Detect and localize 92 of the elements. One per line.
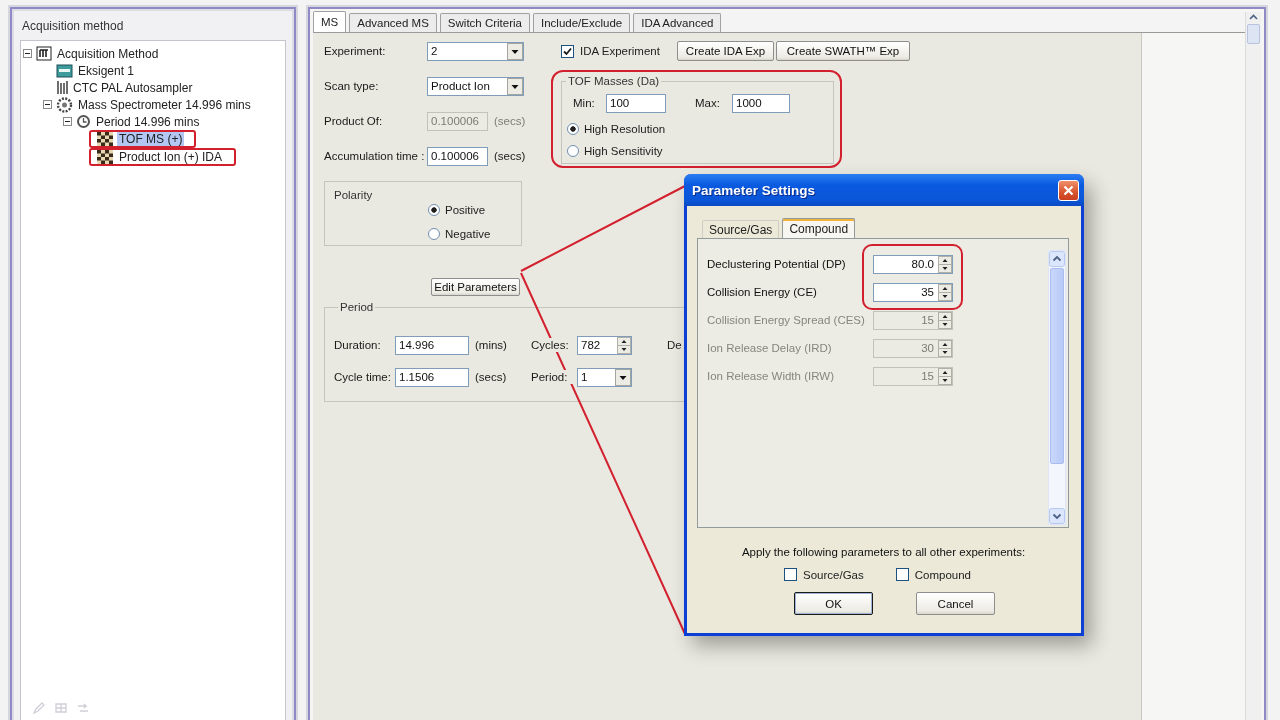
radio-button[interactable]: [428, 228, 440, 240]
chevron-up-icon[interactable]: [1049, 251, 1065, 267]
tab[interactable]: Advanced MS: [349, 13, 437, 32]
panel-title: Acquisition method: [21, 18, 125, 35]
spinner-icon[interactable]: [938, 255, 952, 273]
checkbox[interactable]: [895, 568, 909, 581]
text-field[interactable]: 0.100006: [427, 146, 488, 166]
collapse-icon[interactable]: [23, 49, 32, 58]
cancel-button[interactable]: Cancel: [916, 592, 995, 615]
spinner-icon[interactable]: [938, 311, 952, 329]
gear-icon: [56, 96, 73, 113]
tab[interactable]: Compound: [782, 218, 856, 238]
text-field[interactable]: 1.1506: [395, 367, 469, 387]
create-button[interactable]: Create IDA Exp: [677, 41, 774, 61]
checker-icon: [96, 131, 114, 147]
radio-button[interactable]: [567, 123, 579, 135]
parameter-label: Ion Release Width (IRW): [707, 370, 835, 382]
chevron-up-icon[interactable]: [1247, 12, 1260, 22]
dropdown[interactable]: 2: [427, 41, 524, 61]
radio-button[interactable]: [567, 145, 579, 157]
dropdown[interactable]: Product Ion: [427, 76, 524, 96]
tree-item[interactable]: CTC PAL Autosampler: [71, 80, 195, 95]
field-label: Experiment:: [324, 45, 387, 57]
checkbox-label[interactable]: Compound: [914, 568, 971, 581]
checkbox[interactable]: [561, 44, 574, 58]
tab[interactable]: Include/Exclude: [533, 13, 631, 32]
clock-icon: [76, 114, 91, 129]
radio-button[interactable]: [428, 204, 440, 216]
scrollbar[interactable]: [1048, 250, 1066, 525]
collapse-icon[interactable]: [43, 100, 52, 109]
parameter-label: Collision Energy (CE): [707, 286, 818, 298]
checkbox-label[interactable]: Source/Gas: [803, 568, 864, 581]
text-field[interactable]: 100: [606, 93, 666, 113]
close-icon: [1063, 184, 1074, 196]
spin-field[interactable]: 80.0: [873, 254, 953, 274]
unit-label: (secs): [494, 150, 526, 162]
scrollbar[interactable]: [1245, 12, 1261, 720]
tab[interactable]: Source/Gas: [702, 220, 780, 238]
checkbox[interactable]: [784, 568, 797, 581]
radio-label[interactable]: Positive: [445, 204, 486, 216]
tree-item[interactable]: Period 14.996 mins: [94, 114, 202, 129]
spinner-icon[interactable]: [938, 367, 952, 385]
chevron-down-icon[interactable]: [1049, 508, 1065, 524]
spinner-icon[interactable]: [938, 339, 952, 357]
create-button[interactable]: Create SWATH™ Exp: [776, 41, 910, 61]
caret-icon[interactable]: [507, 77, 523, 95]
field-label: Cycle time:: [334, 371, 392, 383]
spin-field[interactable]: 35: [873, 282, 953, 302]
tree-item[interactable]: Eksigent 1: [76, 63, 137, 78]
checkbox-label[interactable]: IDA Experiment: [580, 45, 675, 57]
tab[interactable]: MS: [313, 11, 347, 32]
document-icon: [36, 46, 52, 61]
radio-label[interactable]: High Resolution: [584, 123, 666, 135]
field-label: Max:: [695, 97, 721, 109]
group-title: Polarity: [333, 188, 374, 203]
tree-item[interactable]: Mass Spectrometer 14.996 mins: [76, 97, 253, 112]
field-label: Accumulation time :: [324, 150, 426, 162]
parameter-label: Declustering Potential (DP): [707, 258, 847, 270]
tree-item[interactable]: TOF MS (+): [117, 132, 185, 146]
monitor-icon: [56, 63, 73, 78]
checker-icon: [96, 149, 114, 165]
spinner-icon[interactable]: [938, 283, 952, 301]
tab[interactable]: Switch Criteria: [439, 13, 530, 32]
parameter-label: Collision Energy Spread (CES): [707, 314, 866, 326]
scrollbar-thumb[interactable]: [1050, 268, 1064, 464]
scrollbar-thumb[interactable]: [1247, 24, 1260, 44]
text-field[interactable]: 1000: [732, 93, 790, 113]
field-label: Product Of:: [324, 115, 384, 127]
caret-icon[interactable]: [507, 42, 523, 60]
tree-item[interactable]: Acquisition Method: [55, 46, 161, 61]
bars-icon: [56, 80, 68, 95]
unit-label: (secs): [494, 115, 526, 127]
tab[interactable]: IDA Advanced: [633, 13, 722, 32]
collapse-icon[interactable]: [63, 117, 72, 126]
checkmark-icon: [563, 46, 572, 56]
ok-button[interactable]: OK: [794, 592, 873, 615]
field-label: Min:: [573, 97, 596, 109]
group-title: TOF Masses (Da): [567, 75, 661, 87]
apply-instruction: Apply the following parameters to all other experiments:: [740, 546, 1027, 558]
field-label: Duration:: [334, 339, 382, 351]
parameter-label: Ion Release Delay (IRD): [707, 342, 833, 354]
radio-label[interactable]: Negative: [445, 228, 491, 240]
group-title: Period: [339, 301, 375, 313]
text-field[interactable]: 14.996: [395, 335, 469, 355]
close-button[interactable]: [1058, 179, 1079, 201]
tree-item[interactable]: Product Ion (+) IDA: [117, 150, 225, 164]
radio-label[interactable]: High Sensitivity: [584, 145, 663, 157]
dialog-title: Parameter Settings: [692, 182, 816, 198]
field-label: Scan type:: [324, 80, 380, 92]
unit-label: (secs): [475, 371, 508, 383]
edit-parameters-button[interactable]: Edit Parameters: [431, 278, 520, 296]
unit-label: (mins): [475, 339, 508, 351]
